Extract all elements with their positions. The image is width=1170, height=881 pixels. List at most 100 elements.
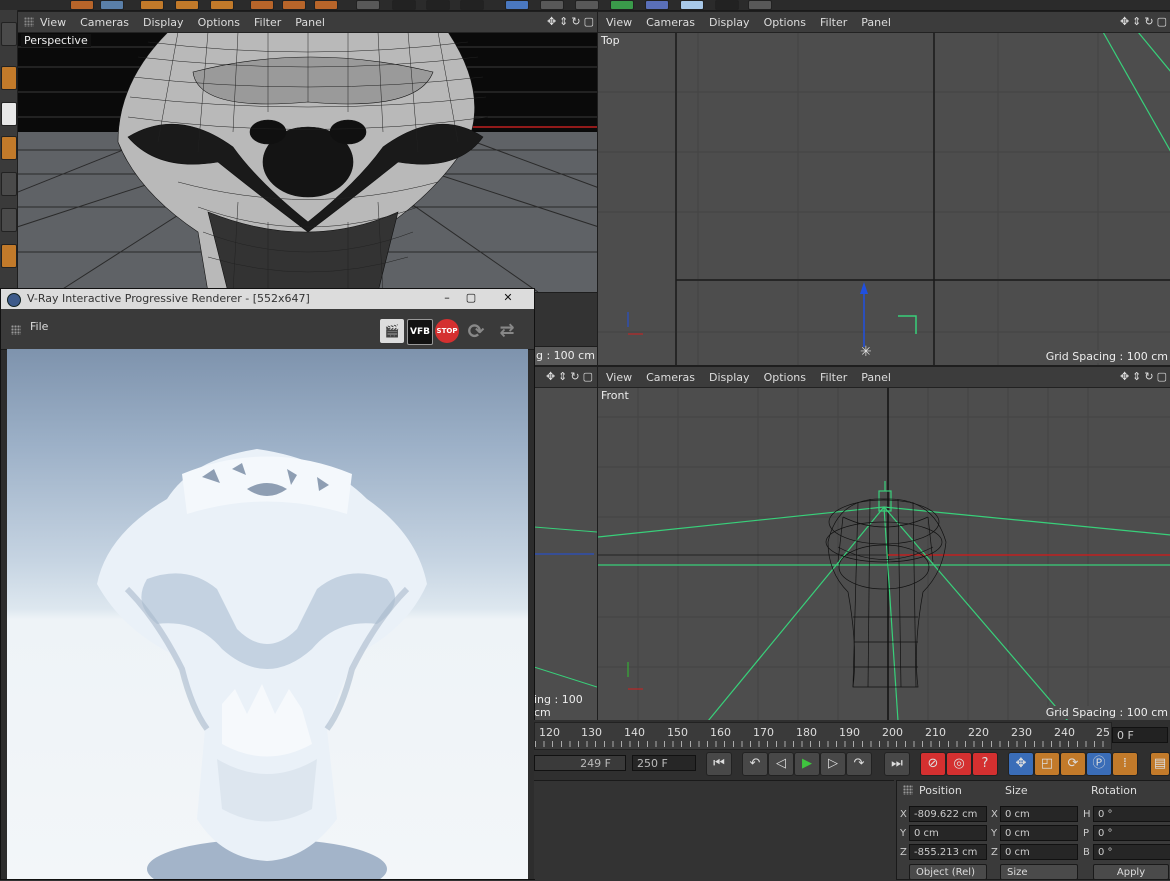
record-scale-icon[interactable]: ◰ bbox=[1034, 752, 1060, 776]
menu-display[interactable]: Display bbox=[709, 16, 750, 29]
menu-file[interactable]: File bbox=[30, 320, 48, 333]
live-select-icon[interactable] bbox=[210, 0, 234, 10]
maximize-button[interactable]: ▢ bbox=[459, 290, 483, 306]
stop-button[interactable]: STOP bbox=[435, 319, 459, 343]
points-mode-icon[interactable] bbox=[1, 172, 17, 196]
timeline-ruler[interactable]: 120 130 140 150 160 170 180 190 200 210 … bbox=[534, 722, 1112, 750]
drag-grip-icon[interactable] bbox=[24, 17, 34, 27]
menu-filter[interactable]: Filter bbox=[820, 371, 847, 384]
play-icon[interactable]: ▶ bbox=[794, 752, 820, 776]
dolly-icon[interactable]: ⇕ bbox=[558, 370, 567, 383]
position-x-field[interactable]: -809.622 cm bbox=[909, 806, 987, 822]
light-icon[interactable] bbox=[748, 0, 772, 10]
menu-panel[interactable]: Panel bbox=[861, 371, 891, 384]
go-to-start-icon[interactable]: ⏮ bbox=[706, 752, 732, 776]
go-to-end-icon[interactable]: ⏭ bbox=[884, 752, 910, 776]
sync-icon[interactable]: ⇄ bbox=[495, 319, 519, 343]
right-viewport[interactable]: ✥ ⇕ ↻ ▢ ing : 100 cm bbox=[533, 366, 598, 722]
rotation-p-field[interactable]: 0 ° bbox=[1093, 825, 1170, 841]
undo-icon[interactable] bbox=[70, 0, 94, 10]
dolly-icon[interactable]: ⇕ bbox=[1132, 370, 1141, 383]
render-picture-viewer-icon[interactable] bbox=[426, 0, 450, 10]
rotation-h-field[interactable]: 0 ° bbox=[1093, 806, 1170, 822]
menu-options[interactable]: Options bbox=[764, 371, 806, 384]
next-key-icon[interactable]: ↷ bbox=[846, 752, 872, 776]
edges-mode-icon[interactable] bbox=[1, 208, 17, 232]
top-viewport[interactable]: ✳ View Cameras Display Options Filter Pa… bbox=[597, 11, 1170, 366]
move-tool-icon[interactable] bbox=[100, 0, 124, 10]
dolly-icon[interactable]: ⇕ bbox=[1132, 15, 1141, 28]
maximize-icon[interactable]: ▢ bbox=[1157, 370, 1167, 383]
menu-panel[interactable]: Panel bbox=[861, 16, 891, 29]
minimize-button[interactable]: – bbox=[435, 290, 459, 306]
camera-icon[interactable] bbox=[715, 0, 739, 10]
menu-view[interactable]: View bbox=[606, 16, 632, 29]
cube-primitive-icon[interactable] bbox=[505, 0, 529, 10]
maximize-icon[interactable]: ▢ bbox=[1157, 15, 1167, 28]
coordinate-system-icon[interactable] bbox=[356, 0, 380, 10]
vray-titlebar[interactable]: V-Ray Interactive Progressive Renderer -… bbox=[1, 289, 534, 309]
drag-grip-icon[interactable] bbox=[11, 325, 21, 335]
x-axis-lock-icon[interactable] bbox=[250, 0, 274, 10]
record-icon[interactable]: ⊘ bbox=[920, 752, 946, 776]
pen-spline-icon[interactable] bbox=[540, 0, 564, 10]
current-frame-field[interactable]: 0 F bbox=[1112, 727, 1168, 743]
render-clapper-icon[interactable]: 🎬 bbox=[380, 319, 404, 343]
menu-panel[interactable]: Panel bbox=[295, 16, 325, 29]
drag-grip-icon[interactable] bbox=[903, 785, 913, 795]
menu-options[interactable]: Options bbox=[198, 16, 240, 29]
workplane-mode-icon[interactable] bbox=[1, 136, 17, 160]
preview-end-slider[interactable]: 249 F bbox=[534, 755, 626, 771]
pan-icon[interactable]: ✥ bbox=[1120, 15, 1129, 28]
close-button[interactable]: ✕ bbox=[493, 290, 523, 306]
rotate-tool-icon[interactable] bbox=[175, 0, 199, 10]
maximize-icon[interactable]: ▢ bbox=[584, 15, 594, 28]
timeline-window-icon[interactable]: ▤ bbox=[1150, 752, 1170, 776]
vray-ipr-window[interactable]: V-Ray Interactive Progressive Renderer -… bbox=[0, 288, 535, 880]
orbit-icon[interactable]: ↻ bbox=[571, 15, 580, 28]
position-y-field[interactable]: 0 cm bbox=[909, 825, 987, 841]
menu-display[interactable]: Display bbox=[709, 371, 750, 384]
orbit-icon[interactable]: ↻ bbox=[1144, 15, 1153, 28]
menu-cameras[interactable]: Cameras bbox=[646, 16, 695, 29]
polygons-mode-icon[interactable] bbox=[1, 244, 17, 268]
menu-view[interactable]: View bbox=[606, 371, 632, 384]
render-view-icon[interactable] bbox=[392, 0, 416, 10]
front-viewport[interactable]: View Cameras Display Options Filter Pane… bbox=[597, 366, 1170, 722]
floor-icon[interactable] bbox=[680, 0, 704, 10]
menu-options[interactable]: Options bbox=[764, 16, 806, 29]
make-editable-icon[interactable] bbox=[1, 22, 17, 46]
keyframe-selection-icon[interactable]: ? bbox=[972, 752, 998, 776]
array-icon[interactable] bbox=[610, 0, 634, 10]
rotation-b-field[interactable]: 0 ° bbox=[1093, 844, 1170, 860]
menu-view[interactable]: View bbox=[40, 16, 66, 29]
dolly-icon[interactable]: ⇕ bbox=[559, 15, 568, 28]
autokey-icon[interactable]: ◎ bbox=[946, 752, 972, 776]
subdivision-icon[interactable] bbox=[575, 0, 599, 10]
pan-icon[interactable]: ✥ bbox=[547, 15, 556, 28]
menu-filter[interactable]: Filter bbox=[820, 16, 847, 29]
vfb-button[interactable]: VFB bbox=[407, 319, 433, 345]
menu-filter[interactable]: Filter bbox=[254, 16, 281, 29]
size-y-field[interactable]: 0 cm bbox=[1000, 825, 1078, 841]
maximize-icon[interactable]: ▢ bbox=[583, 370, 593, 383]
prev-frame-icon[interactable]: ◁ bbox=[768, 752, 794, 776]
orbit-icon[interactable]: ↻ bbox=[570, 370, 579, 383]
position-z-field[interactable]: -855.213 cm bbox=[909, 844, 987, 860]
scale-tool-icon[interactable] bbox=[140, 0, 164, 10]
pan-icon[interactable]: ✥ bbox=[1120, 370, 1129, 383]
record-position-icon[interactable]: ✥ bbox=[1008, 752, 1034, 776]
refresh-icon[interactable]: ⟳ bbox=[464, 319, 488, 343]
deformer-icon[interactable] bbox=[645, 0, 669, 10]
record-rotation-icon[interactable]: ⟳ bbox=[1060, 752, 1086, 776]
prev-key-icon[interactable]: ↶ bbox=[742, 752, 768, 776]
render-settings-icon[interactable] bbox=[460, 0, 484, 10]
perspective-viewport[interactable]: View Cameras Display Options Filter Pane… bbox=[17, 11, 599, 293]
texture-mode-icon[interactable] bbox=[1, 102, 17, 126]
menu-display[interactable]: Display bbox=[143, 16, 184, 29]
menu-cameras[interactable]: Cameras bbox=[646, 371, 695, 384]
size-z-field[interactable]: 0 cm bbox=[1000, 844, 1078, 860]
y-axis-lock-icon[interactable] bbox=[282, 0, 306, 10]
size-x-field[interactable]: 0 cm bbox=[1000, 806, 1078, 822]
orbit-icon[interactable]: ↻ bbox=[1144, 370, 1153, 383]
